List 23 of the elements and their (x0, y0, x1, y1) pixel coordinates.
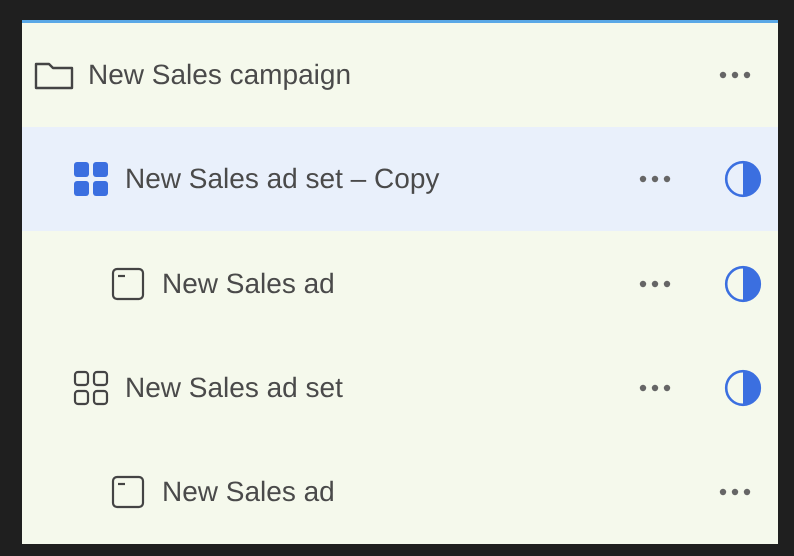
more-icon[interactable] (719, 488, 751, 496)
half-circle-icon[interactable] (723, 368, 763, 408)
tree-row[interactable]: New Sales ad (22, 440, 778, 544)
item-label: New Sales ad (162, 476, 335, 508)
grid-icon (72, 161, 110, 198)
item-label: New Sales ad set – Copy (125, 163, 440, 196)
tree-row[interactable]: New Sales ad (22, 231, 778, 336)
tree-row[interactable]: New Sales ad set (22, 336, 778, 440)
more-icon[interactable] (639, 175, 671, 184)
half-circle-icon[interactable] (723, 159, 763, 200)
half-circle-icon[interactable] (723, 264, 763, 304)
item-label: New Sales campaign (88, 59, 352, 92)
item-label: New Sales ad (162, 268, 335, 300)
more-icon[interactable] (639, 280, 671, 288)
grid-icon (72, 370, 110, 406)
item-label: New Sales ad set (125, 372, 343, 404)
folder-icon (34, 60, 74, 90)
window-icon (111, 474, 145, 509)
more-icon[interactable] (719, 71, 751, 80)
window-icon (111, 266, 145, 300)
tree-row[interactable]: New Sales ad set – Copy (22, 127, 778, 232)
more-icon[interactable] (639, 384, 671, 392)
tree-row[interactable]: New Sales campaign (22, 23, 778, 128)
